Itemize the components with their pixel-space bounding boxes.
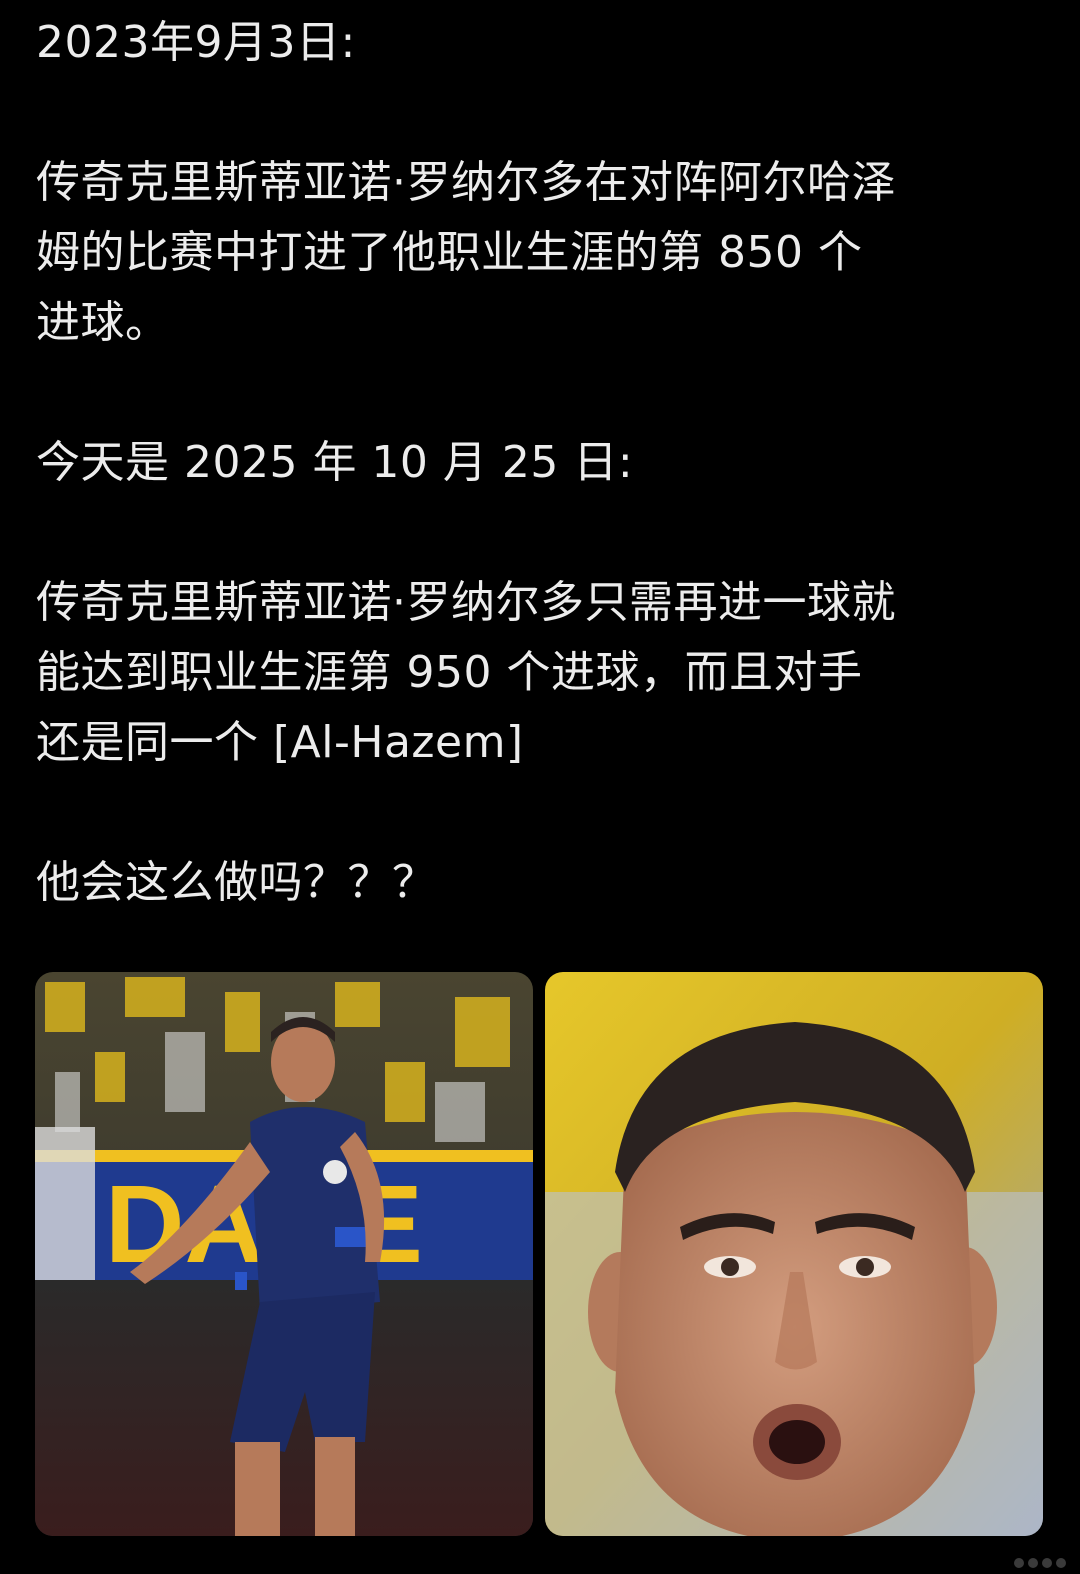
dot [1028,1558,1038,1568]
post-text: 2023年9月3日: 传奇克里斯蒂亚诺·罗纳尔多在对阵阿尔哈泽 姆的比赛中打进了… [36,8,1046,918]
player-closeup-photo[interactable] [545,972,1043,1536]
post-question: 他会这么做吗？？？ [36,857,437,908]
watermark-dots [1014,1558,1066,1568]
dot [1014,1558,1024,1568]
post-paragraph-950: 传奇克里斯蒂亚诺·罗纳尔多只需再进一球就 能达到职业生涯第 950 个进球，而且… [36,577,896,768]
player-celebration-photo[interactable]: DAGE [35,972,533,1536]
dot [1042,1558,1052,1568]
post-paragraph-850: 传奇克里斯蒂亚诺·罗纳尔多在对阵阿尔哈泽 姆的比赛中打进了他职业生涯的第 850… [36,157,896,348]
post-date-line: 2023年9月3日: [36,17,356,68]
post-today-line: 今天是 2025 年 10 月 25 日: [36,437,634,488]
media-grid: DAGE [35,972,1043,1536]
dot [1056,1558,1066,1568]
